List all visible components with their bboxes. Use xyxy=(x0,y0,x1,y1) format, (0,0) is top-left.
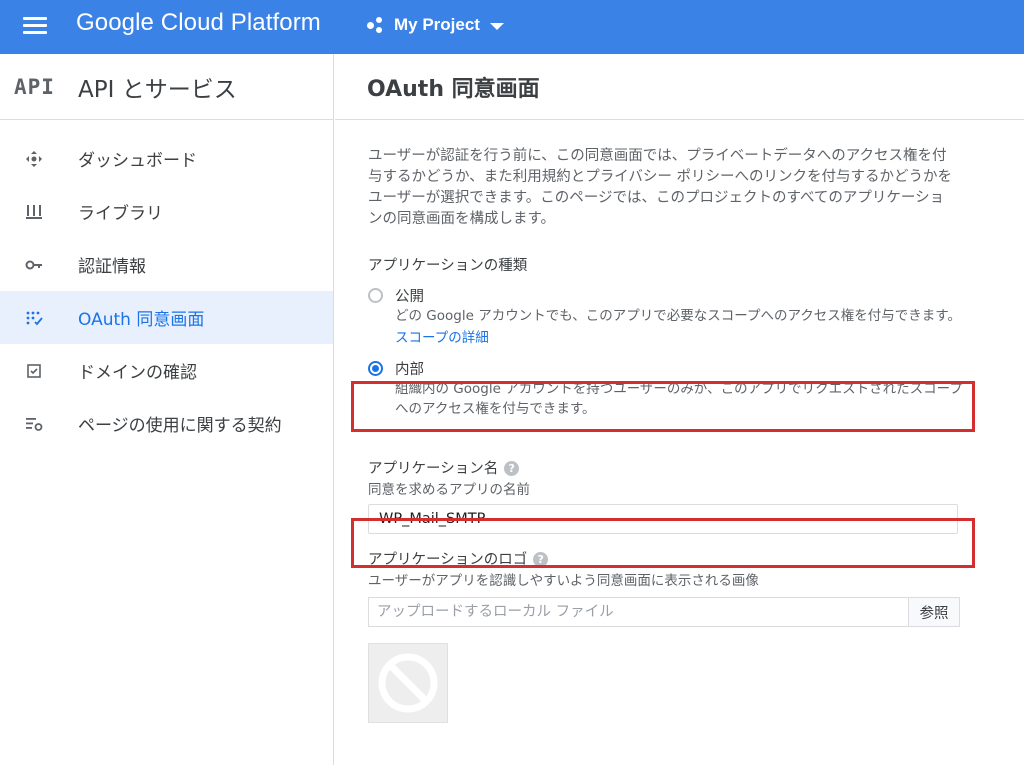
sidebar-item-label: ドメインの確認 xyxy=(78,363,197,383)
sidebar-item-label: ページの使用に関する契約 xyxy=(78,416,282,436)
no-image-icon xyxy=(378,653,438,713)
library-icon xyxy=(22,202,46,222)
chevron-down-icon xyxy=(489,22,504,30)
main-panel: OAuth 同意画面 ユーザーが認証を行う前に、この同意画面では、プライベートデ… xyxy=(335,54,1024,765)
app-logo-label: アプリケーションのロゴ? xyxy=(368,548,968,569)
internal-radio[interactable] xyxy=(368,361,383,376)
sidebar-item-domain-verification[interactable]: ドメインの確認 xyxy=(0,344,333,397)
sidebar-item-label: ライブラリ xyxy=(78,204,163,224)
app-type-internal-option[interactable]: 内部 組織内の Google アカウントを持つユーザーのみが、このアプリでリクエ… xyxy=(368,358,968,419)
hamburger-menu-icon[interactable] xyxy=(20,13,50,41)
project-dots-icon xyxy=(366,15,386,35)
sidebar-nav: ダッシュボード ライブラリ 認証情報 OAuth 同意画面 ドメインの確認 ペー… xyxy=(0,132,333,450)
app-type-label: アプリケーションの種類 xyxy=(368,258,528,274)
page-title: OAuth 同意画面 xyxy=(367,76,540,102)
settings-list-icon xyxy=(22,414,46,434)
brand-title[interactable]: Google Cloud Platform xyxy=(76,9,321,37)
logo-file-input[interactable]: アップロードするローカル ファイル xyxy=(368,597,908,627)
app-type-public-option[interactable]: 公開 どの Google アカウントでも、このアプリで必要なスコープへのアクセス… xyxy=(368,285,968,346)
page-description: ユーザーが認証を行う前に、この同意画面では、プライベートデータへのアクセス権を付… xyxy=(368,148,953,227)
sidebar-header: API API とサービス xyxy=(0,54,333,120)
main-header: OAuth 同意画面 xyxy=(335,54,1024,120)
sidebar-title: API とサービス xyxy=(78,76,237,103)
app-name-input[interactable]: WP_Mail_SMTP xyxy=(368,504,958,534)
app-name-sublabel: 同意を求めるアプリの名前 xyxy=(368,482,530,498)
sidebar-item-library[interactable]: ライブラリ xyxy=(0,185,333,238)
sidebar-item-credentials[interactable]: 認証情報 xyxy=(0,238,333,291)
browse-button[interactable]: 参照 xyxy=(908,597,960,627)
internal-radio-description: 組織内の Google アカウントを持つユーザーのみが、このアプリでリクエストさ… xyxy=(395,381,963,417)
sidebar-item-label: 認証情報 xyxy=(78,257,146,277)
help-icon[interactable]: ? xyxy=(533,552,549,567)
logo-preview xyxy=(368,643,448,723)
project-selector[interactable]: My Project xyxy=(366,10,504,40)
app-logo-sublabel: ユーザーがアプリを認識しやすいよう同意画面に表示される画像 xyxy=(368,573,759,589)
dashboard-icon xyxy=(22,149,46,169)
sidebar-item-page-usage-agreement[interactable]: ページの使用に関する契約 xyxy=(0,397,333,450)
api-logo: API xyxy=(14,74,55,99)
sidebar-item-label: ダッシュボード xyxy=(78,151,197,171)
scope-details-link[interactable]: スコープの詳細 xyxy=(395,326,965,346)
key-icon xyxy=(22,255,46,275)
public-radio-title: 公開 xyxy=(395,289,424,305)
checkbox-icon xyxy=(22,361,46,381)
sidebar-item-label: OAuth 同意画面 xyxy=(78,310,205,330)
logo-upload-row: アップロードするローカル ファイル 参照 xyxy=(368,597,960,627)
app-name-label-text: アプリケーション名 xyxy=(368,461,499,477)
consent-form: ユーザーが認証を行う前に、この同意画面では、プライベートデータへのアクセス権を付… xyxy=(368,146,968,723)
sidebar-item-oauth-consent[interactable]: OAuth 同意画面 xyxy=(0,291,333,344)
sidebar-item-dashboard[interactable]: ダッシュボード xyxy=(0,132,333,185)
app-logo-label-text: アプリケーションのロゴ xyxy=(368,552,528,568)
top-app-bar: Google Cloud Platform My Project xyxy=(0,0,1024,54)
help-icon[interactable]: ? xyxy=(504,461,520,476)
internal-radio-title: 内部 xyxy=(395,362,424,378)
project-name: My Project xyxy=(394,15,480,34)
consent-icon xyxy=(22,308,46,328)
public-radio[interactable] xyxy=(368,288,383,303)
app-name-label: アプリケーション名? xyxy=(368,457,968,478)
public-radio-description: どの Google アカウントでも、このアプリで必要なスコープへのアクセス権を付… xyxy=(395,308,961,324)
sidebar: API API とサービス ダッシュボード ライブラリ 認証情報 OAuth 同… xyxy=(0,54,334,765)
